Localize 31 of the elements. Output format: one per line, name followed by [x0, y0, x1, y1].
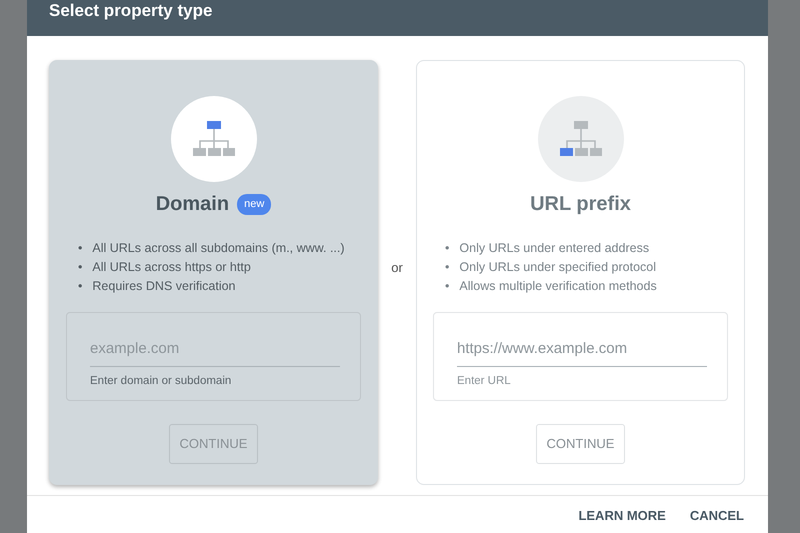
bullet-mark: • [445, 259, 450, 276]
option-card[interactable]: URL prefix • Only URLs under entered address • Only URLs under specified protocol • Allows multiple verification methods https://www.example.com Enter URL CONTINUE [416, 60, 745, 485]
bullet-text: All URLs across all subdomains (m., www. ...) [92, 240, 345, 257]
dialog-title: Select property type [49, 1, 212, 21]
bullet-mark: • [445, 278, 450, 295]
text-input[interactable]: https://www.example.com [457, 338, 707, 366]
sitemap-icon [560, 121, 602, 157]
bullet-mark: • [445, 240, 450, 257]
sitemap-icon [192, 121, 234, 157]
separator-text: or [390, 258, 404, 277]
option-card[interactable]: Domain new • All URLs across all subdomains (m., www. ...) • All URLs across https or http • Requires DNS verification example.com Enter domain or subdomain CONTINUE [49, 60, 378, 485]
footer-button[interactable]: CANCEL [680, 501, 754, 530]
bullet-mark: • [78, 278, 82, 295]
input-field[interactable]: example.com Enter domain or subdomain [66, 312, 361, 401]
helper-text: Enter URL [457, 374, 512, 388]
bullet-text: Only URLs under specified protocol [459, 259, 656, 276]
bullet-text: Allows multiple verification methods [459, 278, 657, 295]
input-field[interactable]: https://www.example.com Enter URL [433, 312, 728, 401]
new-badge: new [237, 194, 272, 215]
continue-button[interactable]: CONTINUE [536, 424, 626, 464]
bullet-text: Only URLs under entered address [459, 240, 650, 257]
text-input[interactable]: example.com [90, 338, 340, 366]
bullet-text: Requires DNS verification [92, 278, 236, 295]
bullet-mark: • [78, 240, 82, 257]
option-title: Domain [156, 192, 230, 217]
bullet-text: All URLs across https or http [92, 259, 251, 276]
footer-button[interactable]: LEARN MORE [568, 501, 676, 530]
option-title: URL prefix [530, 192, 631, 217]
bullet-mark: • [78, 259, 82, 276]
continue-button[interactable]: CONTINUE [168, 424, 258, 464]
helper-text: Enter domain or subdomain [90, 374, 232, 388]
